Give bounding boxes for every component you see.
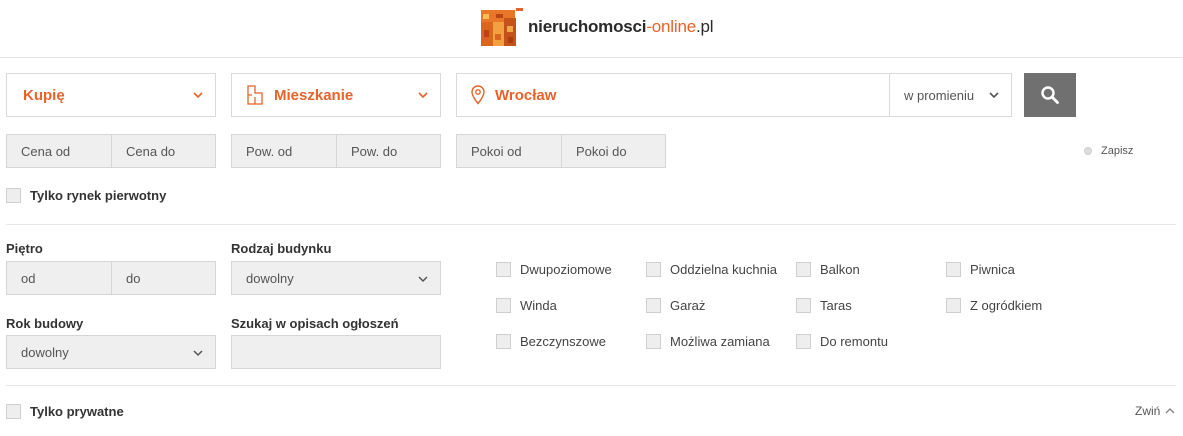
price-from-input[interactable]: Cena od bbox=[7, 135, 111, 167]
building-type-value: dowolny bbox=[246, 270, 294, 286]
floor-range: od do bbox=[6, 261, 216, 295]
primary-market-checkbox[interactable] bbox=[6, 188, 21, 203]
private-only-label: Tylko prywatne bbox=[30, 404, 124, 419]
description-search-label: Szukaj w opisach ogłoszeń bbox=[231, 316, 399, 331]
feature-label: Dwupoziomowe bbox=[520, 262, 612, 277]
location-input-value: Wrocław bbox=[495, 86, 557, 104]
feature-checkbox-row[interactable]: Do remontu bbox=[796, 334, 888, 349]
feature-checkbox[interactable] bbox=[496, 298, 511, 313]
area-range: Pow. od Pow. do bbox=[231, 134, 441, 168]
chevron-down-icon bbox=[418, 276, 428, 283]
feature-label: Garaż bbox=[670, 298, 706, 313]
radius-select[interactable]: w promieniu bbox=[889, 73, 1012, 117]
search-button[interactable] bbox=[1024, 73, 1076, 117]
feature-label: Bezczynszowe bbox=[520, 334, 606, 349]
build-year-select[interactable]: dowolny bbox=[6, 335, 216, 369]
feature-checkbox[interactable] bbox=[946, 298, 961, 313]
feature-checkbox[interactable] bbox=[646, 298, 661, 313]
area-from-input[interactable]: Pow. od bbox=[232, 135, 336, 167]
feature-label: Do remontu bbox=[820, 334, 888, 349]
save-dot-icon bbox=[1084, 147, 1092, 155]
feature-checkbox-row[interactable]: Oddzielna kuchnia bbox=[646, 262, 777, 277]
area-to-input[interactable]: Pow. do bbox=[336, 135, 440, 167]
location-input[interactable]: Wrocław bbox=[456, 73, 890, 117]
floor-to-input[interactable]: do bbox=[111, 262, 215, 294]
feature-label: Oddzielna kuchnia bbox=[670, 262, 777, 277]
property-type-select-value: Mieszkanie bbox=[274, 86, 354, 104]
rooms-from-input[interactable]: Pokoi od bbox=[457, 135, 561, 167]
feature-checkbox[interactable] bbox=[796, 262, 811, 277]
private-only-checkbox[interactable] bbox=[6, 404, 21, 419]
radius-select-value: w promieniu bbox=[904, 87, 975, 103]
property-type-select[interactable]: Mieszkanie bbox=[231, 73, 441, 117]
transaction-select-value: Kupię bbox=[23, 86, 65, 104]
feature-label: Z ogródkiem bbox=[970, 298, 1043, 313]
transaction-select[interactable]: Kupię bbox=[6, 73, 216, 117]
feature-checkbox[interactable] bbox=[496, 262, 511, 277]
collapse-filters-button[interactable]: Zwiń bbox=[1135, 404, 1175, 418]
feature-checkbox[interactable] bbox=[646, 334, 661, 349]
location-pin-icon bbox=[471, 85, 485, 105]
feature-checkbox-row[interactable]: Piwnica bbox=[946, 262, 1015, 277]
chevron-down-icon bbox=[989, 92, 999, 99]
logo-icon bbox=[480, 6, 524, 48]
private-only-checkbox-row[interactable]: Tylko prywatne bbox=[6, 404, 124, 419]
chevron-up-icon bbox=[1165, 408, 1175, 414]
site-header: nieruchomosci-online.pl bbox=[0, 0, 1183, 58]
save-search-label: Zapisz bbox=[1101, 145, 1134, 157]
chevron-down-icon bbox=[418, 92, 428, 99]
collapse-label: Zwiń bbox=[1135, 404, 1161, 418]
feature-checkbox-row[interactable]: Bezczynszowe bbox=[496, 334, 606, 349]
chevron-down-icon bbox=[193, 350, 203, 357]
feature-checkbox-row[interactable]: Możliwa zamiana bbox=[646, 334, 770, 349]
chevron-down-icon bbox=[193, 92, 203, 99]
save-search-button[interactable]: Zapisz bbox=[1084, 145, 1133, 157]
search-icon bbox=[1041, 86, 1059, 104]
build-year-value: dowolny bbox=[21, 344, 69, 360]
rooms-to-input[interactable]: Pokoi do bbox=[561, 135, 665, 167]
floor-label: Piętro bbox=[6, 241, 43, 256]
feature-checkbox-row[interactable]: Balkon bbox=[796, 262, 860, 277]
divider bbox=[6, 385, 1176, 386]
rooms-range: Pokoi od Pokoi do bbox=[456, 134, 666, 168]
feature-label: Balkon bbox=[820, 262, 860, 277]
feature-checkbox[interactable] bbox=[796, 298, 811, 313]
price-to-input[interactable]: Cena do bbox=[111, 135, 215, 167]
feature-checkbox-row[interactable]: Garaż bbox=[646, 298, 705, 313]
feature-label: Piwnica bbox=[970, 262, 1015, 277]
feature-checkbox[interactable] bbox=[646, 262, 661, 277]
feature-checkbox-row[interactable]: Taras bbox=[796, 298, 852, 313]
feature-checkbox[interactable] bbox=[796, 334, 811, 349]
building-type-select[interactable]: dowolny bbox=[231, 261, 441, 295]
building-type-label: Rodzaj budynku bbox=[231, 241, 332, 256]
feature-checkbox[interactable] bbox=[496, 334, 511, 349]
feature-label: Winda bbox=[520, 298, 557, 313]
floor-from-input[interactable]: od bbox=[7, 262, 111, 294]
site-logo[interactable]: nieruchomosci-online.pl bbox=[480, 6, 714, 48]
feature-label: Możliwa zamiana bbox=[670, 334, 770, 349]
build-year-label: Rok budowy bbox=[6, 316, 84, 331]
feature-checkbox-row[interactable]: Z ogródkiem bbox=[946, 298, 1042, 313]
price-range: Cena od Cena do bbox=[6, 134, 216, 168]
description-search-input[interactable] bbox=[231, 335, 441, 369]
feature-checkbox-row[interactable]: Dwupoziomowe bbox=[496, 262, 612, 277]
floorplan-icon bbox=[247, 85, 263, 105]
primary-market-label: Tylko rynek pierwotny bbox=[30, 188, 167, 203]
divider bbox=[6, 224, 1176, 225]
primary-market-checkbox-row[interactable]: Tylko rynek pierwotny bbox=[6, 188, 166, 203]
logo-text: nieruchomosci-online.pl bbox=[528, 17, 714, 36]
feature-checkbox[interactable] bbox=[946, 262, 961, 277]
feature-label: Taras bbox=[820, 298, 852, 313]
feature-checkbox-row[interactable]: Winda bbox=[496, 298, 557, 313]
